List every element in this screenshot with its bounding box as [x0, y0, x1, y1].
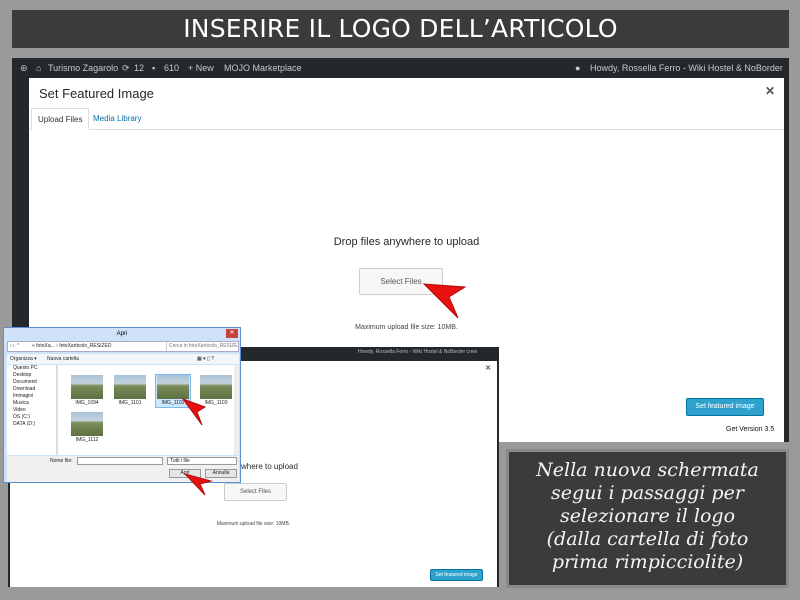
photo-thumbnail: [71, 375, 103, 399]
nav-item[interactable]: Desktop: [7, 372, 56, 379]
instruction-note: Nella nuova schermata segui i passaggi p…: [506, 449, 789, 588]
updates-icon: ⟳: [122, 63, 130, 73]
home-icon: ⌂: [36, 63, 42, 73]
close-icon[interactable]: ✕: [226, 329, 238, 338]
nav-item[interactable]: DATA (D:): [7, 421, 56, 428]
nav-item[interactable]: Video: [7, 407, 56, 414]
drop-text: Drop files anywhere to upload: [333, 236, 480, 248]
nav-item[interactable]: Download: [7, 386, 56, 393]
wordpress-icon[interactable]: ⊛: [20, 58, 28, 78]
photo-thumbnail: [157, 375, 189, 399]
drop-text-partial: ywhere to upload: [237, 462, 298, 471]
comments-icon: ▪: [152, 63, 156, 73]
select-files-button[interactable]: Select Files: [224, 483, 287, 501]
file-thumbnail[interactable]: IMG_1101: [113, 375, 147, 407]
admin-bar-howdy-small: Howdy, Rossella Ferro - Wiki Hostel & No…: [358, 349, 478, 355]
modal-tabs: Upload Files Media Library: [29, 108, 784, 130]
dialog-title: Apri: [116, 331, 128, 337]
close-icon[interactable]: ✕: [485, 364, 491, 372]
version-text: Get Version 3.5: [726, 426, 775, 433]
nav-item[interactable]: Musica: [7, 400, 56, 407]
tab-upload-files[interactable]: Upload Files: [31, 108, 90, 130]
scrollbar[interactable]: [234, 365, 239, 455]
nav-arrows-icon[interactable]: ‹ › ⌃: [10, 342, 20, 351]
address-bar[interactable]: ‹ › ⌃ « fotoXa... › fotoXarticolo_RESIZE…: [7, 341, 239, 352]
select-files-button[interactable]: Select Files: [359, 268, 443, 295]
avatar-icon: ●: [575, 63, 581, 73]
cancel-button[interactable]: Annulla: [205, 469, 237, 478]
set-featured-image-button[interactable]: Set featured image: [686, 398, 764, 416]
note-line: prima rimpicciolite): [551, 551, 744, 573]
note-line: (dalla cartella di foto: [546, 528, 749, 550]
filename-label: Nome file:: [50, 458, 73, 464]
tab-media-library[interactable]: Media Library: [87, 108, 147, 130]
filename-input[interactable]: [77, 457, 163, 465]
max-upload-size: Maximum upload file size: 10MB.: [216, 521, 291, 527]
file-thumbnail-selected[interactable]: IMG_1102: [155, 374, 191, 408]
dialog-toolbar: Organizza ▾ Nuova cartella ▦ ▾ ▯ ?: [7, 354, 239, 364]
admin-bar: ⊛ ⌂ Turismo Zagarolo ⟳ 12 ▪ 610 + New MO…: [12, 58, 789, 93]
file-thumbnail[interactable]: IMG_1094: [70, 375, 104, 407]
open-button[interactable]: Apri: [169, 469, 201, 478]
organize-button[interactable]: Organizza ▾: [10, 354, 37, 364]
photo-thumbnail: [200, 375, 232, 399]
search-input[interactable]: Cerca in fotoXarticolo_RESIZED: [166, 342, 238, 351]
photo-thumbnail: [114, 375, 146, 399]
dialog-bottom: Nome file: Tutti i file Apri Annulla: [7, 456, 239, 482]
note-line: segui i passaggi per: [551, 482, 744, 504]
address-path: « fotoXa... › fotoXarticolo_RESIZED: [32, 343, 112, 349]
filter-select[interactable]: Tutti i file: [167, 457, 237, 465]
file-thumbnail[interactable]: IMG_1103: [199, 375, 233, 407]
close-icon[interactable]: ✕: [765, 84, 775, 98]
nav-item[interactable]: Questo PC: [7, 365, 56, 372]
admin-bar-site[interactable]: Turismo Zagarolo: [48, 58, 118, 78]
nav-item[interactable]: Documenti: [7, 379, 56, 386]
new-folder-button[interactable]: Nuova cartella: [47, 354, 79, 364]
view-options-icon[interactable]: ▦ ▾ ▯ ?: [197, 354, 214, 364]
nav-pane: Questo PC Desktop Documenti Download Imm…: [7, 365, 57, 455]
open-file-dialog: Apri ✕ ‹ › ⌃ « fotoXa... › fotoXarticolo…: [3, 327, 241, 483]
admin-bar-new[interactable]: + New: [188, 58, 214, 78]
nav-item[interactable]: Immagini: [7, 393, 56, 400]
note-line: Nella nuova schermata: [536, 459, 759, 481]
page-title: INSERIRE IL LOGO DELL’ARTICOLO: [12, 10, 789, 48]
photo-thumbnail: [71, 412, 103, 436]
file-thumbnail[interactable]: IMG_1112: [70, 412, 104, 444]
note-line: selezionare il logo: [559, 505, 736, 527]
file-grid: IMG_1094 IMG_1101 IMG_1102 IMG_1103 IMG_…: [58, 365, 239, 455]
admin-bar-comments[interactable]: 610: [164, 58, 179, 78]
set-featured-image-button[interactable]: Set featured image: [430, 569, 483, 581]
nav-item[interactable]: OS (C:): [7, 414, 56, 421]
admin-bar-updates[interactable]: 12: [134, 58, 144, 78]
modal-title: Set Featured Image: [39, 86, 154, 101]
admin-bar-marketplace[interactable]: MOJO Marketplace: [224, 58, 302, 78]
